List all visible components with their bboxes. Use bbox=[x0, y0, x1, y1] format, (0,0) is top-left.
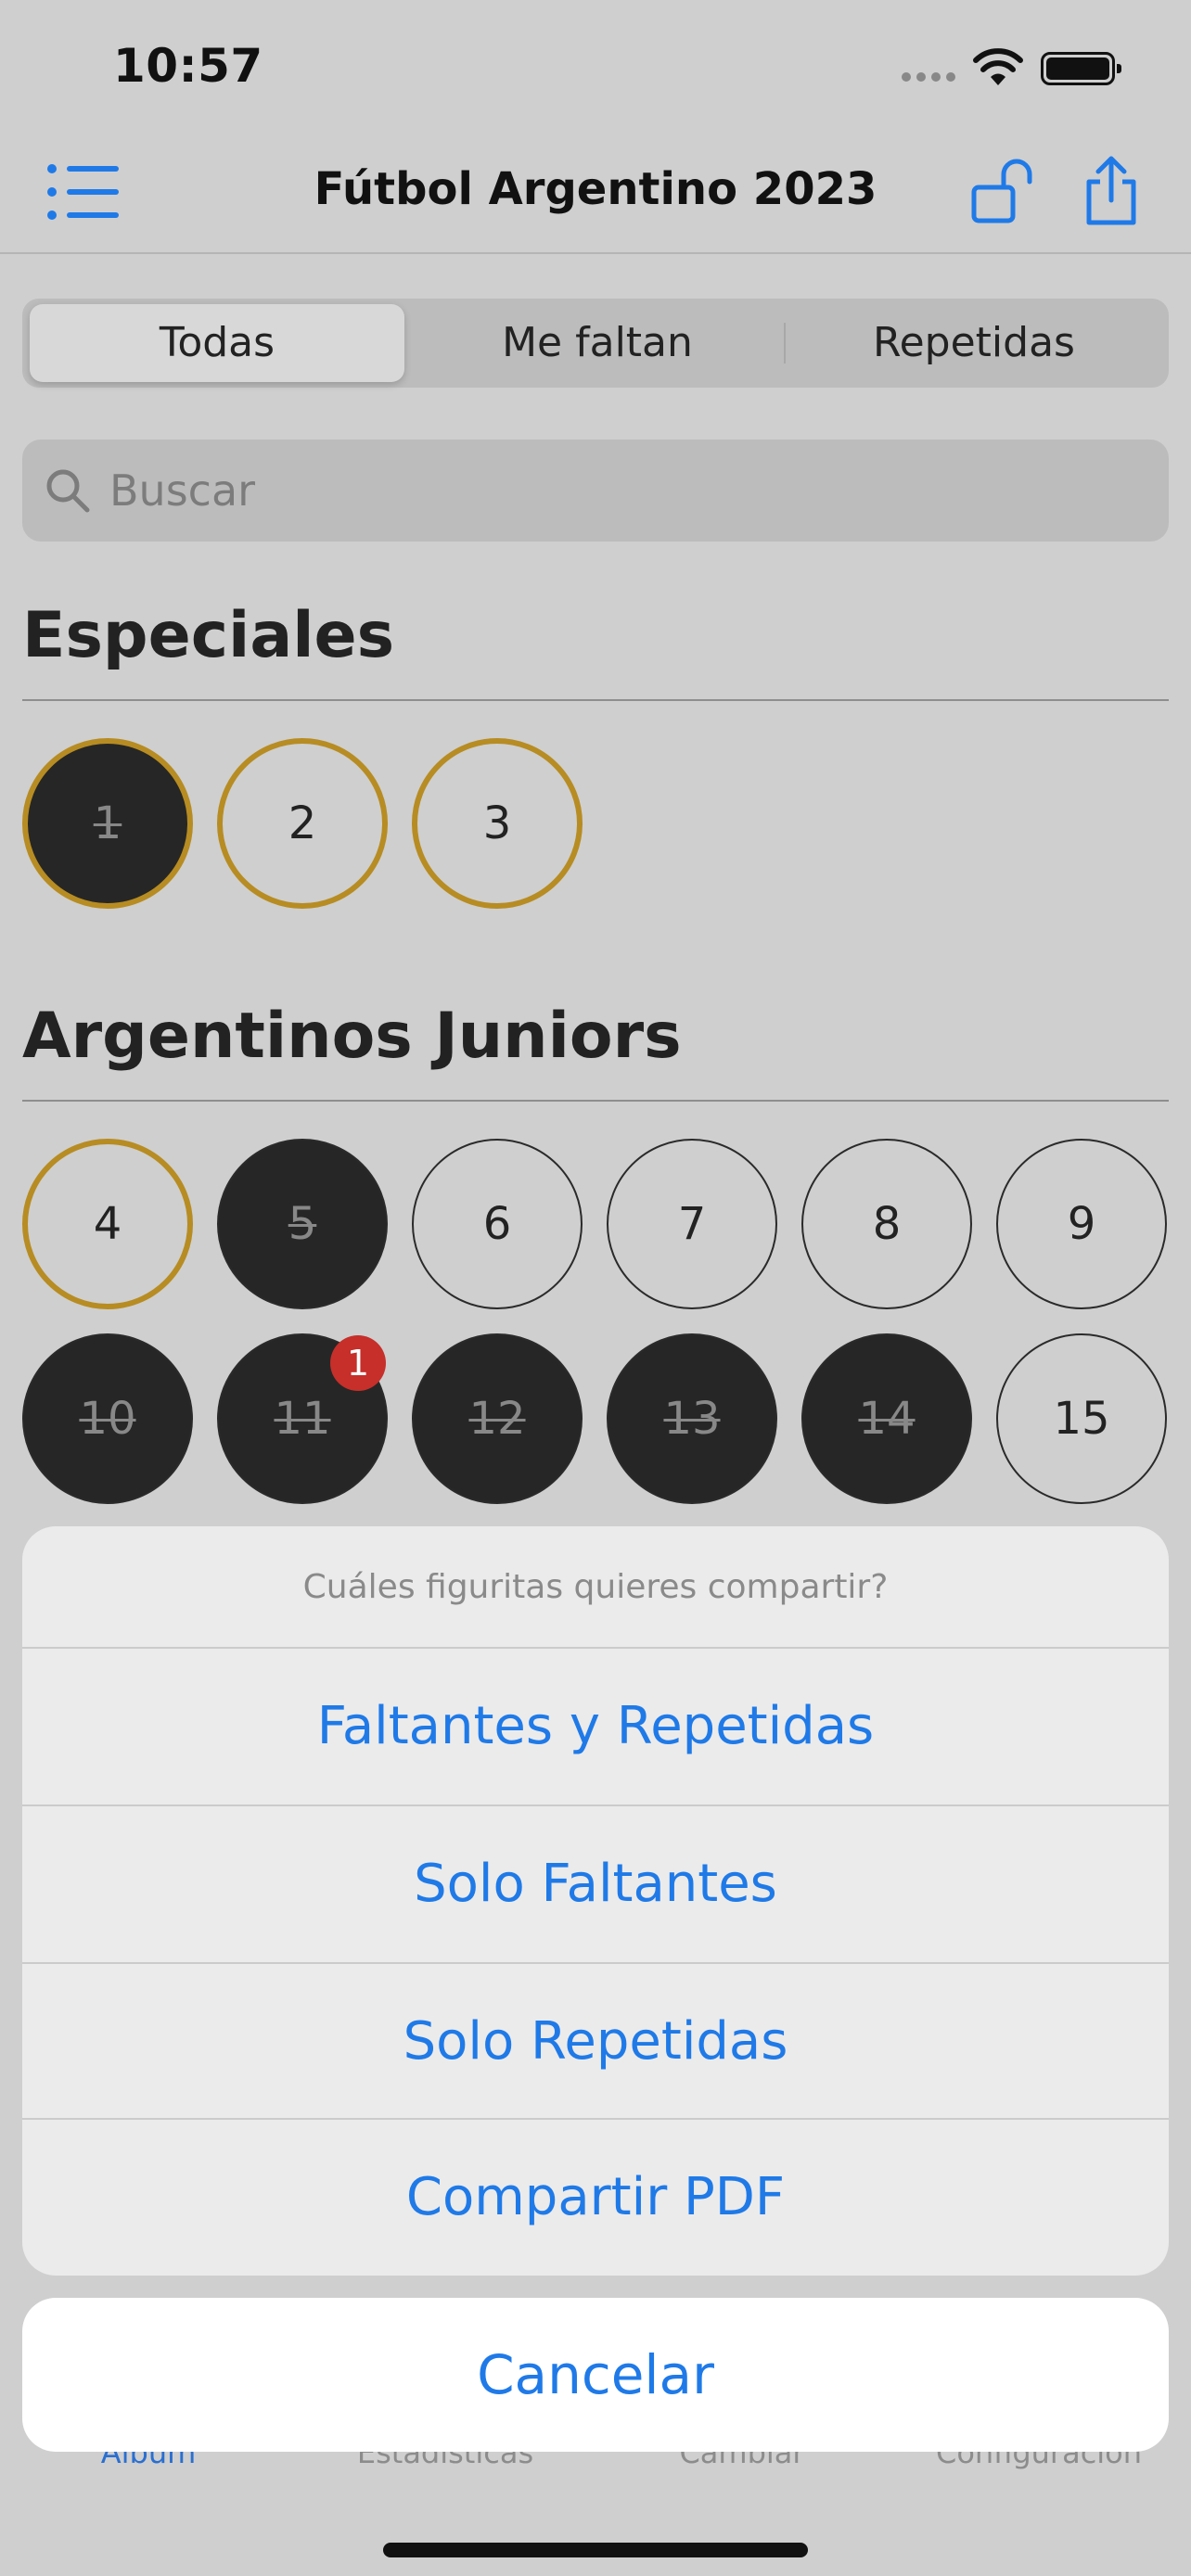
battery-icon bbox=[1041, 52, 1121, 85]
wifi-icon bbox=[972, 46, 1024, 87]
sticker[interactable]: 4 bbox=[22, 1139, 193, 1309]
option-faltantes-y-repetidas[interactable]: Faltantes y Repetidas bbox=[22, 1649, 1169, 1804]
search-icon bbox=[46, 469, 90, 513]
sticker[interactable]: 14 bbox=[801, 1333, 972, 1504]
option-solo-repetidas[interactable]: Solo Repetidas bbox=[22, 1964, 1169, 2120]
duplicate-count-badge: 1 bbox=[330, 1335, 386, 1391]
sticker-number: 1 bbox=[93, 797, 122, 849]
sticker[interactable]: 5 bbox=[217, 1139, 388, 1309]
sticker-number: 15 bbox=[1053, 1393, 1110, 1445]
sticker-number: 4 bbox=[93, 1198, 122, 1250]
sticker[interactable]: 13 bbox=[607, 1333, 777, 1504]
section-title-argentinos-juniors: Argentinos Juniors bbox=[22, 1000, 682, 1073]
sticker-number: 6 bbox=[482, 1198, 512, 1250]
sticker-number: 7 bbox=[677, 1198, 707, 1250]
segment-me-faltan[interactable]: Me faltan bbox=[410, 299, 785, 388]
search-field[interactable]: Buscar bbox=[22, 440, 1169, 542]
sticker[interactable]: 7 bbox=[607, 1139, 777, 1309]
segment-repetidas[interactable]: Repetidas bbox=[787, 299, 1161, 388]
sticker[interactable]: 2 bbox=[217, 738, 388, 909]
cancel-button[interactable]: Cancelar bbox=[22, 2298, 1169, 2452]
action-sheet-title: Cuáles figuritas quieres compartir? bbox=[302, 1568, 889, 1606]
sticker-number: 5 bbox=[288, 1198, 317, 1250]
sticker[interactable]: 12 bbox=[412, 1333, 583, 1504]
sticker-number: 3 bbox=[482, 797, 512, 849]
segment-divider bbox=[784, 323, 786, 363]
filter-segmented-control[interactable]: Todas Me faltan Repetidas bbox=[22, 299, 1169, 388]
option-compartir-pdf[interactable]: Compartir PDF bbox=[22, 2120, 1169, 2276]
sticker-number: 10 bbox=[79, 1393, 136, 1445]
unlock-icon bbox=[971, 159, 1032, 223]
share-button[interactable] bbox=[1082, 156, 1141, 226]
status-time: 10:57 bbox=[113, 39, 263, 93]
sticker[interactable]: 3 bbox=[412, 738, 583, 909]
sticker[interactable]: 6 bbox=[412, 1139, 583, 1309]
lock-button[interactable] bbox=[970, 158, 1035, 224]
sticker-number: 9 bbox=[1067, 1198, 1096, 1250]
sticker[interactable]: 10 bbox=[22, 1333, 193, 1504]
cellular-signal-icon bbox=[902, 72, 957, 83]
sticker-number: 2 bbox=[288, 797, 317, 849]
section-title-especiales: Especiales bbox=[22, 599, 395, 672]
sticker[interactable]: 8 bbox=[801, 1139, 972, 1309]
search-placeholder: Buscar bbox=[109, 465, 256, 516]
sticker-number: 13 bbox=[663, 1393, 721, 1445]
sticker[interactable]: 1 bbox=[22, 738, 193, 909]
sticker-number: 12 bbox=[468, 1393, 526, 1445]
home-indicator[interactable] bbox=[383, 2543, 808, 2557]
nav-divider bbox=[0, 252, 1191, 254]
sticker[interactable]: 9 bbox=[996, 1139, 1167, 1309]
sticker-number: 8 bbox=[872, 1198, 902, 1250]
segment-todas[interactable]: Todas bbox=[30, 304, 404, 382]
option-solo-faltantes[interactable]: Solo Faltantes bbox=[22, 1806, 1169, 1962]
sticker[interactable]: 15 bbox=[996, 1333, 1167, 1504]
section-divider bbox=[22, 699, 1169, 701]
share-icon bbox=[1086, 156, 1136, 225]
share-action-sheet: Cuáles figuritas quieres compartir? Falt… bbox=[22, 1526, 1169, 2276]
sticker-number: 14 bbox=[858, 1393, 916, 1445]
section-divider bbox=[22, 1100, 1169, 1102]
sticker-number: 11 bbox=[274, 1393, 331, 1445]
